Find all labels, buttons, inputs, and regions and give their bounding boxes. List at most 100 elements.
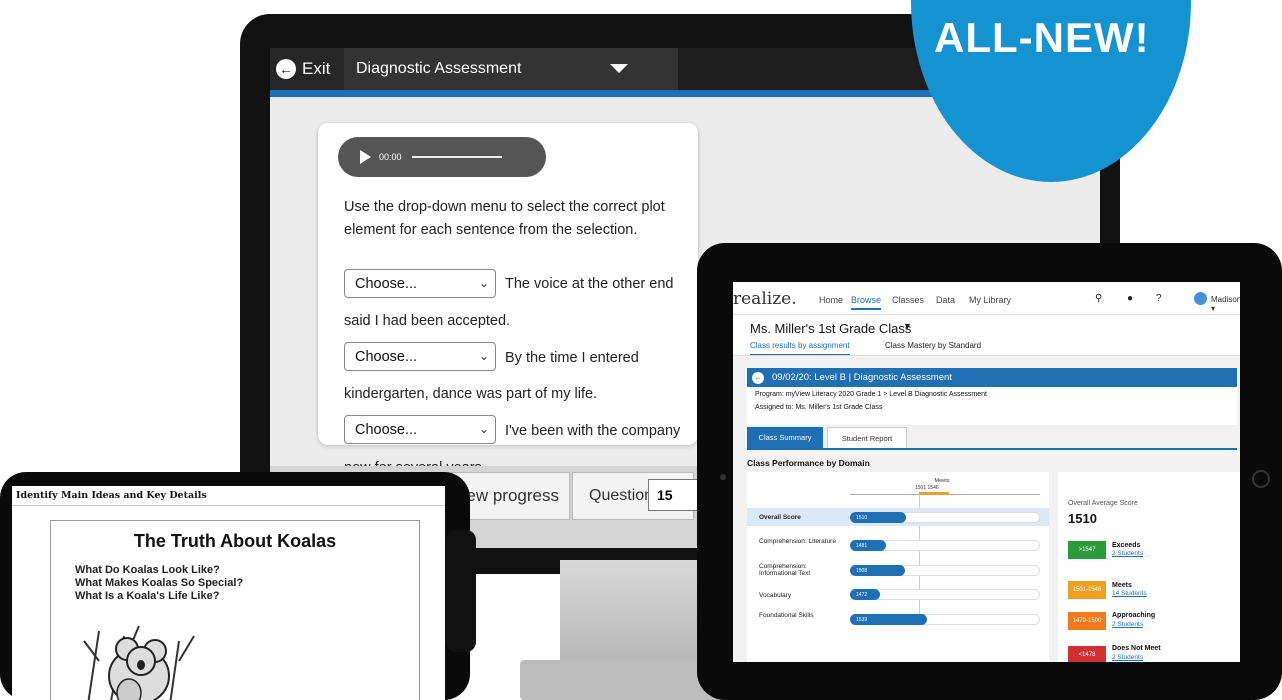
domain-label: Overall Score [759,514,801,521]
realize-logo[interactable]: realize. [733,289,797,309]
assessment-dropdown[interactable]: Diagnostic Assessment [344,48,678,90]
search-icon[interactable]: ⚲ [1095,293,1102,304]
assessment-title: Diagnostic Assessment [356,60,522,77]
level-count-link[interactable]: 2 Students [1112,550,1143,557]
level-name: Exceeds [1112,542,1141,549]
sentence-end: kindergarten, dance was part of my life. [344,386,598,402]
select-value: Choose... [355,275,418,292]
class-title[interactable]: Ms. Miller's 1st Grade Class [750,321,911,336]
domain-label: Comprehension: Literature [759,538,836,545]
level-name: Meets [1112,582,1132,589]
score-value: 1508 [856,567,868,574]
sentence-start: I've been with the company [505,423,681,439]
level-badge: 1501-1546 [1068,581,1106,599]
top-nav: realize. Home Browse Classes Data My Lib… [733,282,1240,315]
score-value: 1472 [856,591,868,598]
phone-side-button [446,530,476,652]
performance-panel: Meets 1501 1546 Overall Score 1510 Compr… [747,472,1049,662]
performance-title: Class Performance by Domain [747,458,870,468]
domain-label: Foundational Skills [759,612,814,619]
nav-my-library[interactable]: My Library [969,295,1011,305]
plot-element-select-2[interactable]: Choose... ⌄ [344,342,496,371]
camera-dot [720,474,726,480]
score-value: 1481 [856,542,868,549]
user-name: Madison [1211,295,1240,304]
back-icon[interactable]: ← [752,371,764,384]
caret-down-icon[interactable]: ▼ [903,321,912,331]
bell-icon[interactable]: ● [1127,293,1133,304]
chevron-down-icon: ⌄ [478,422,489,436]
question-label: Question [589,487,654,504]
tab-class-summary[interactable]: Class Summary [747,427,823,448]
chevron-down-icon: ⌄ [478,349,489,363]
nav-home[interactable]: Home [819,295,843,305]
audio-player[interactable]: 00:00 [338,137,546,177]
score-bar[interactable]: 1481 [850,540,886,551]
level-badge: <1478 [1068,646,1106,662]
play-icon[interactable] [360,150,371,164]
audio-time: 00:00 [379,152,402,162]
select-value: Choose... [355,348,418,365]
sentence-start: By the time I entered [505,350,639,366]
chevron-down-icon: ⌄ [478,276,489,290]
plot-element-select-3[interactable]: Choose... ⌄ [344,415,496,444]
koala-illustration [83,625,195,700]
level-count-link[interactable]: 14 Students [1112,590,1147,597]
level-count-link[interactable]: 2 Students [1112,621,1143,628]
average-panel: Overall Average Score 1510 >1547 Exceeds… [1058,472,1240,662]
tab-student-report[interactable]: Student Report [827,427,907,450]
help-icon[interactable]: ? [1156,293,1162,304]
reading-question: What Is a Koala's Life Like? [75,590,220,602]
plot-element-select-1[interactable]: Choose... ⌄ [344,269,496,298]
score-value: 1539 [856,616,868,623]
sentence-start: The voice at the other end [505,276,674,292]
meets-range: 1501 1546 [915,485,939,491]
level-name: Approaching [1112,612,1156,619]
score-bar[interactable]: 1472 [850,589,880,600]
audio-progress-track[interactable] [411,156,502,158]
score-bar[interactable]: 1539 [850,614,927,625]
phone-screen: Identify Main Ideas and Key Details The … [12,486,445,700]
program-line: Program: myView Literacy 2020 Grade 1 > … [755,391,987,398]
new-badge-text: ALL-NEW! [934,14,1150,61]
nav-classes[interactable]: Classes [892,295,924,305]
sentence-end: said I had been accepted. [344,313,511,329]
assignment-title: 09/02/20: Level B | Diagnostic Assessmen… [772,372,952,383]
assigned-line: Assigned to: Ms. Miller's 1st Grade Clas… [755,404,883,411]
user-menu[interactable]: Madison ▾ [1211,295,1240,313]
domain-label: Comprehension: Informational Text [759,563,811,577]
score-bar[interactable]: 1510 [850,512,907,523]
reading-card: The Truth About Koalas What Do Koalas Lo… [50,520,420,700]
nav-data[interactable]: Data [936,295,955,305]
exit-button[interactable]: ← Exit [270,48,348,90]
select-value: Choose... [355,421,418,438]
question-instruction: Use the drop-down menu to select the cor… [344,199,665,238]
nav-browse[interactable]: Browse [851,295,882,310]
reading-title: The Truth About Koalas [133,531,337,551]
assignment-header: ← 09/02/20: Level B | Diagnostic Assessm… [747,368,1237,387]
level-badge: 1479-1500 [1068,612,1106,630]
avatar[interactable] [1194,292,1207,305]
tab-class-mastery[interactable]: Class Mastery by Standard [885,341,981,350]
question-number-input[interactable]: 15 [648,479,700,511]
tab-class-results[interactable]: Class results by assignment [750,341,850,356]
question-card: 00:00 Use the drop-down menu to select t… [318,123,698,445]
level-badge: >1547 [1068,541,1106,559]
level-name: Does Not Meet [1112,645,1161,652]
tablet-screen: realize. Home Browse Classes Data My Lib… [733,282,1240,662]
reading-question: What Do Koalas Look Like? [75,564,220,576]
home-button [1252,470,1270,488]
score-value: 1510 [856,514,868,521]
score-bar[interactable]: 1508 [850,565,905,576]
tab-underline [747,448,1237,450]
back-arrow-icon: ← [276,59,296,79]
caret-down-icon [610,64,628,73]
meets-band [919,492,949,495]
monitor-stand [560,560,700,670]
summary-tabs: Class Summary Student Report [747,427,1237,450]
reading-question: What Makes Koalas So Special? [75,577,244,589]
meets-label: Meets [934,478,950,484]
assignment-info: Program: myView Literacy 2020 Grade 1 > … [747,387,1237,425]
average-value: 1510 [1068,511,1097,526]
level-count-link[interactable]: 2 Students [1112,654,1143,661]
